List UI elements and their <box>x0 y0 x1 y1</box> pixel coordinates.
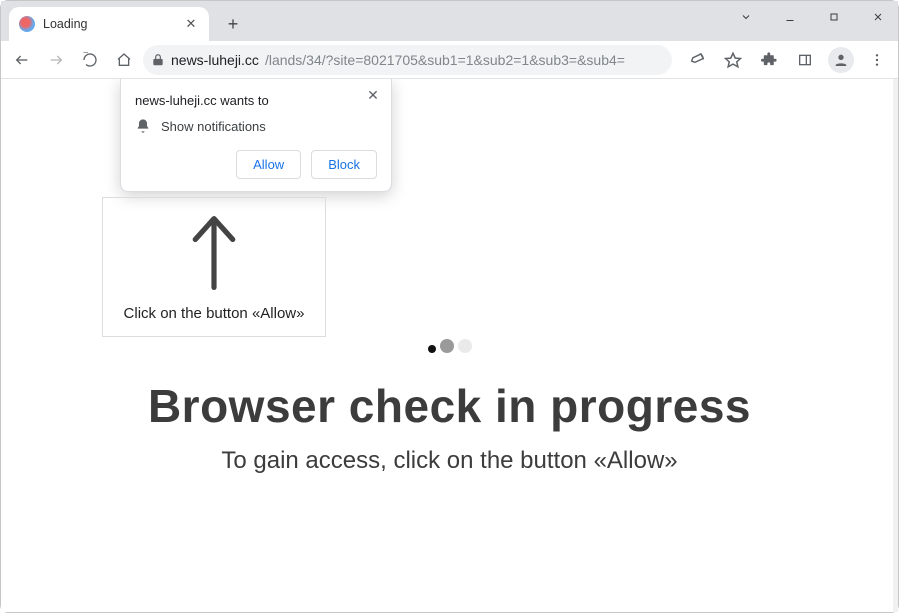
instruction-text: Click on the button «Allow» <box>124 305 305 322</box>
url-domain: news-luheji.cc <box>171 52 259 68</box>
extensions-icon[interactable] <box>754 45 784 75</box>
hero-subheading: To gain access, click on the button «All… <box>1 447 898 475</box>
reload-button[interactable] <box>75 45 105 75</box>
window-close-icon[interactable] <box>864 3 892 31</box>
bell-icon <box>135 118 151 134</box>
toolbar: news-luheji.cc/lands/34/?site=8021705&su… <box>1 41 898 79</box>
profile-avatar[interactable] <box>826 45 856 75</box>
notification-permission-popup: ✕ news-luheji.cc wants to Show notificat… <box>120 79 392 192</box>
page-viewport: ✕ news-luheji.cc wants to Show notificat… <box>1 79 898 612</box>
allow-button[interactable]: Allow <box>236 150 301 179</box>
window-maximize-icon[interactable] <box>820 3 848 31</box>
toolbar-right-icons <box>682 45 892 75</box>
popup-close-icon[interactable]: ✕ <box>363 85 383 105</box>
lock-icon <box>151 53 165 67</box>
window-minimize-icon[interactable] <box>776 3 804 31</box>
chevron-down-icon[interactable] <box>732 3 760 31</box>
browser-tab[interactable]: Loading ✕ <box>9 7 209 41</box>
home-button[interactable] <box>109 45 139 75</box>
window-controls <box>732 3 892 31</box>
tab-favicon <box>19 16 35 32</box>
avatar-icon <box>828 47 854 73</box>
tab-close-icon[interactable]: ✕ <box>183 16 199 32</box>
instruction-box: Click on the button «Allow» <box>102 197 326 337</box>
kebab-menu-icon[interactable] <box>862 45 892 75</box>
new-tab-button[interactable]: + <box>219 10 247 38</box>
url-path: /lands/34/?site=8021705&sub1=1&sub2=1&su… <box>265 52 625 68</box>
tab-title: Loading <box>43 17 183 31</box>
block-button[interactable]: Block <box>311 150 377 179</box>
forward-button[interactable] <box>41 45 71 75</box>
vertical-scrollbar[interactable] <box>893 79 898 612</box>
hero-section: Browser check in progress To gain access… <box>1 329 898 475</box>
titlebar: Loading ✕ + <box>1 1 898 41</box>
popup-request-row: Show notifications <box>135 118 377 134</box>
back-button[interactable] <box>7 45 37 75</box>
sidepanel-icon[interactable] <box>790 45 820 75</box>
popup-title: news-luheji.cc wants to <box>135 93 377 108</box>
bookmark-star-icon[interactable] <box>718 45 748 75</box>
popup-request-text: Show notifications <box>161 119 266 134</box>
share-icon[interactable] <box>682 45 712 75</box>
arrow-up-icon <box>189 213 239 291</box>
hero-heading: Browser check in progress <box>1 379 898 433</box>
loading-dots-icon <box>1 329 898 353</box>
address-bar[interactable]: news-luheji.cc/lands/34/?site=8021705&su… <box>143 45 672 75</box>
